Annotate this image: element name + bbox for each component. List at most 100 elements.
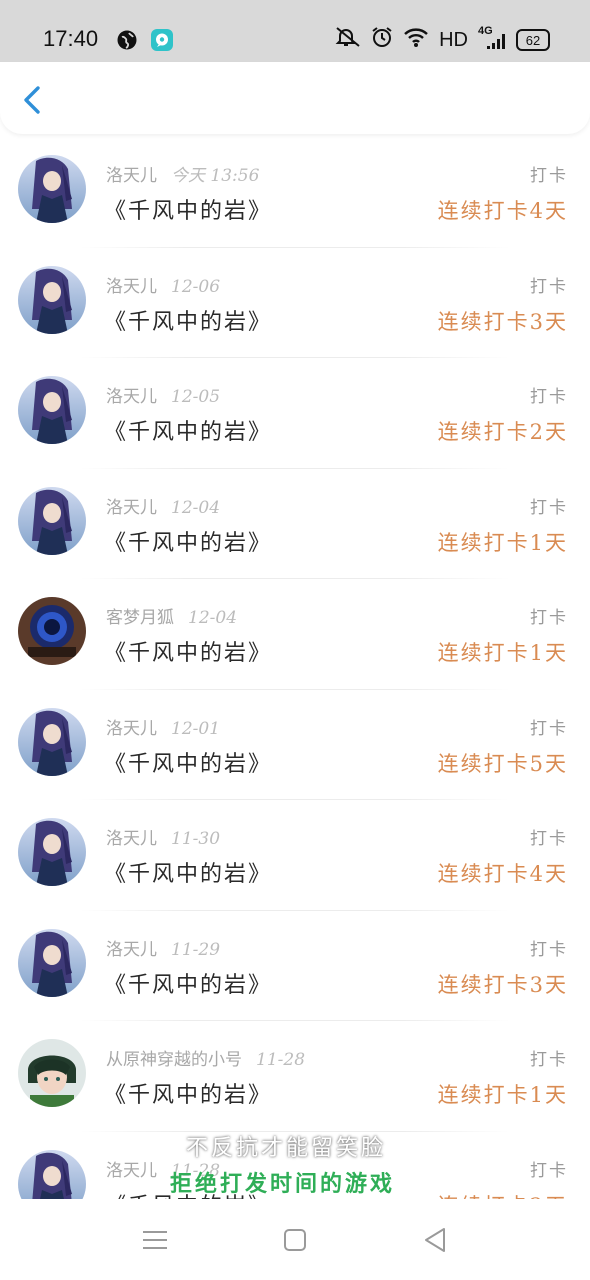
- chevron-left-icon: [14, 86, 50, 124]
- battery-icon: 62: [516, 29, 550, 51]
- list-item[interactable]: 洛天儿 11-30 《千风中的岩》 打卡连续打卡4天: [0, 800, 590, 911]
- user-name: 洛天儿: [106, 829, 157, 849]
- streak-label: 连续打卡2天: [437, 420, 568, 444]
- status-bar: 17:40 HD 4G 62: [0, 0, 590, 62]
- item-meta: 洛天儿 12-04: [106, 493, 220, 518]
- checkin-tag: 打卡: [530, 939, 568, 960]
- checkin-tag: 打卡: [530, 829, 568, 849]
- item-date: 11-28: [256, 1050, 306, 1070]
- item-title: 《千风中的岩》: [104, 309, 273, 335]
- checkin-tag: 打卡: [530, 608, 568, 628]
- avatar[interactable]: [18, 376, 86, 444]
- item-date: 12-01: [171, 718, 221, 739]
- list-item[interactable]: 洛天儿 12-06 《千风中的岩》 打卡连续打卡3天: [0, 248, 590, 358]
- avatar[interactable]: [18, 155, 86, 223]
- avatar[interactable]: [18, 486, 86, 555]
- checkin-tag: 打卡: [530, 718, 568, 739]
- item-title: 《千风中的岩》: [104, 751, 273, 777]
- status-time: 17:40: [43, 26, 99, 51]
- menu-button[interactable]: [138, 1223, 172, 1257]
- user-name: 洛天儿: [106, 1160, 157, 1181]
- network-label: HD: [439, 28, 468, 51]
- item-meta: 洛天儿 今天 13:56: [106, 161, 259, 186]
- back-nav-button[interactable]: [418, 1223, 452, 1257]
- alarm-icon: [371, 26, 393, 54]
- menu-icon: [138, 1231, 172, 1261]
- streak-label: 连续打卡2天: [438, 1190, 568, 1200]
- streak-label: 连续打卡3天: [437, 309, 568, 334]
- item-title: 《千风中的岩》: [104, 530, 273, 556]
- home-square-icon: [278, 1229, 312, 1261]
- list-item[interactable]: 从原神穿越的小号 11-28 《千风中的岩》 打卡连续打卡1天: [0, 1021, 590, 1132]
- item-meta: 洛天儿 12-05: [106, 382, 220, 407]
- list-item[interactable]: 洛天儿 11-29 《千风中的岩》 打卡连续打卡3天: [0, 911, 590, 1021]
- checkin-tag: 打卡: [530, 497, 568, 518]
- item-date: 11-29: [171, 939, 221, 960]
- checkin-tag: 打卡: [530, 276, 568, 297]
- wifi-icon: [403, 26, 429, 54]
- item-date: 12-04: [171, 497, 221, 518]
- item-title: 《千风中的岩》: [104, 862, 273, 887]
- user-name: 洛天儿: [106, 939, 157, 960]
- checkin-list[interactable]: 洛天儿 今天 13:56 《千风中的岩》 打卡 连续打卡4天 洛天儿 12-06 《千风中的岩…: [0, 137, 590, 1199]
- avatar[interactable]: [18, 1039, 86, 1107]
- back-triangle-icon: [418, 1228, 452, 1261]
- home-button[interactable]: [278, 1223, 312, 1257]
- streak-label: 连续打卡4天: [437, 862, 568, 886]
- globe-icon: [116, 29, 138, 55]
- overlay-caption-2: 拒绝打发时间的游戏: [170, 1171, 396, 1197]
- checkin-tag: 打卡: [530, 387, 568, 407]
- avatar[interactable]: [18, 707, 86, 776]
- header-bar: [0, 62, 590, 134]
- item-meta: 客梦月狐 12-04: [106, 603, 237, 628]
- avatar[interactable]: [18, 1149, 86, 1199]
- checkin-tag: 打卡: [530, 1160, 568, 1181]
- list-item[interactable]: 洛天儿 12-05 《千风中的岩》 打卡连续打卡2天: [0, 358, 590, 469]
- item-title: 《千风中的岩》: [104, 641, 273, 666]
- item-date: 12-04: [188, 608, 238, 628]
- item-date: 今天 13:56: [171, 166, 260, 186]
- user-name: 洛天儿: [106, 276, 157, 297]
- item-date: 11-30: [171, 829, 221, 849]
- streak-label: 连续打卡4天: [437, 199, 568, 223]
- signal-icon: 4G: [478, 25, 506, 51]
- mute-icon: [335, 26, 361, 54]
- item-meta: 洛天儿 12-01: [106, 714, 220, 739]
- item-title: 《千风中的岩》: [104, 972, 273, 998]
- item-date: 12-06: [171, 276, 221, 297]
- user-name: 客梦月狐: [106, 608, 174, 628]
- list-item[interactable]: 客梦月狐 12-04 《千风中的岩》 打卡连续打卡1天: [0, 579, 590, 690]
- streak-label: 连续打卡1天: [437, 530, 568, 555]
- user-name: 洛天儿: [106, 166, 157, 186]
- item-title: 《千风中的岩》: [104, 1083, 273, 1108]
- avatar[interactable]: [18, 265, 86, 334]
- item-meta: 洛天儿 11-30: [106, 824, 220, 849]
- list-item[interactable]: 洛天儿 今天 13:56 《千风中的岩》 打卡连续打卡4天: [0, 137, 590, 248]
- avatar[interactable]: [18, 928, 86, 997]
- user-name: 洛天儿: [106, 718, 157, 739]
- checkin-tag: 打卡: [530, 1050, 568, 1070]
- streak-label: 连续打卡5天: [437, 751, 568, 776]
- item-title: 《千风中的岩》: [104, 420, 273, 445]
- list-item[interactable]: 洛天儿 12-04 《千风中的岩》 打卡连续打卡1天: [0, 469, 590, 579]
- avatar[interactable]: [18, 597, 86, 665]
- item-title: 《千风中的岩》: [104, 199, 273, 224]
- streak-label: 连续打卡1天: [437, 641, 568, 665]
- user-name: 从原神穿越的小号: [106, 1050, 242, 1070]
- streak-label: 连续打卡3天: [437, 972, 568, 997]
- list-item[interactable]: 洛天儿 12-01 《千风中的岩》 打卡连续打卡5天: [0, 690, 590, 800]
- overlay-caption-1: 不反抗才能留笑脸: [186, 1136, 387, 1161]
- user-name: 洛天儿: [106, 497, 157, 518]
- user-name: 洛天儿: [106, 387, 157, 407]
- item-meta: 洛天儿 12-06: [106, 272, 220, 297]
- item-date: 12-05: [171, 387, 221, 407]
- chat-app-icon: [150, 28, 174, 56]
- back-button[interactable]: [14, 80, 50, 120]
- avatar[interactable]: [18, 818, 86, 886]
- streak-label: 连续打卡1天: [437, 1083, 568, 1107]
- item-meta: 从原神穿越的小号 11-28: [106, 1045, 305, 1070]
- item-meta: 洛天儿 11-29: [106, 935, 220, 960]
- checkin-tag: 打卡: [530, 166, 568, 186]
- navigation-bar: [0, 1199, 590, 1280]
- battery-level: 62: [525, 32, 541, 48]
